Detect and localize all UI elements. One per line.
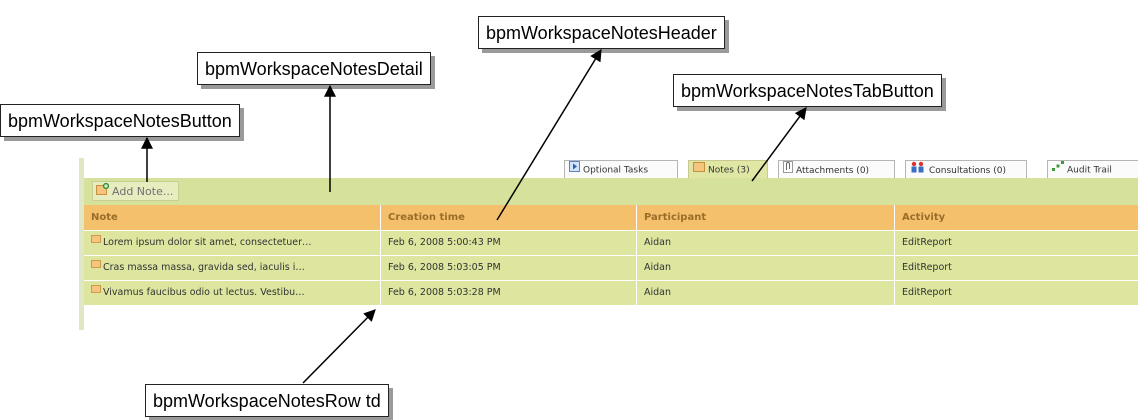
creation-time-cell: Feb 6, 2008 5:00:43 PM — [381, 231, 637, 255]
note-text: Vivamus faucibus odio ut lectus. Vestibu… — [103, 287, 305, 298]
tab-label: Optional Tasks — [583, 165, 649, 176]
column-header-note[interactable]: Note — [84, 205, 381, 230]
note-icon — [693, 161, 705, 178]
notes-panel: Optional Tasks Notes (3) Attachments (0)… — [79, 158, 1138, 330]
callout-notes-row-td: bpmWorkspaceNotesRow td — [145, 384, 389, 417]
activity-cell: EditReport — [902, 287, 952, 298]
notes-row[interactable]: Lorem ipsum dolor sit amet, consectetuer… — [84, 231, 1138, 255]
participant-cell: Aidan — [637, 256, 895, 280]
creation-time-cell: Feb 6, 2008 5:03:28 PM — [381, 281, 637, 305]
note-text: Cras massa massa, gravida sed, iaculis i… — [103, 262, 305, 273]
paperclip-icon — [783, 161, 793, 178]
activity-cell: EditReport — [902, 237, 952, 248]
participant-cell: Aidan — [637, 231, 895, 255]
creation-time-cell: Feb 6, 2008 5:03:05 PM — [381, 256, 637, 280]
notes-header: Note Creation time Participant Activity — [84, 205, 1138, 230]
note-icon — [91, 260, 101, 268]
notes-row[interactable]: Vivamus faucibus odio ut lectus. Vestibu… — [84, 281, 1138, 305]
callout-notes-button: bpmWorkspaceNotesButton — [0, 104, 240, 137]
column-header-participant[interactable]: Participant — [637, 205, 895, 230]
note-text: Lorem ipsum dolor sit amet, consectetuer… — [103, 237, 312, 248]
tab-label: Notes (3) — [708, 165, 750, 176]
tab-attachments[interactable]: Attachments (0) — [778, 160, 895, 178]
participant-cell: Aidan — [637, 281, 895, 305]
tab-audit-trail[interactable]: Audit Trail — [1047, 160, 1138, 178]
tab-label: Consultations (0) — [929, 166, 1006, 176]
callout-notes-tab-button: bpmWorkspaceNotesTabButton — [673, 74, 942, 107]
note-cell: Vivamus faucibus odio ut lectus. Vestibu… — [84, 281, 381, 305]
note-cell: Lorem ipsum dolor sit amet, consectetuer… — [84, 231, 381, 255]
tab-notes[interactable]: Notes (3) — [688, 160, 768, 178]
callout-notes-detail: bpmWorkspaceNotesDetail — [197, 52, 431, 85]
note-icon — [91, 285, 101, 293]
callout-notes-header: bpmWorkspaceNotesHeader — [478, 16, 725, 49]
add-note-icon — [96, 182, 110, 202]
column-header-creation-time[interactable]: Creation time — [381, 205, 637, 230]
add-note-button[interactable]: Add Note... — [92, 181, 180, 202]
tab-label: Attachments (0) — [796, 166, 870, 176]
note-cell: Cras massa massa, gravida sed, iaculis i… — [84, 256, 381, 280]
activity-cell: EditReport — [902, 262, 952, 273]
note-icon — [91, 235, 101, 243]
column-header-activity[interactable]: Activity — [895, 205, 1138, 230]
people-icon — [910, 161, 926, 178]
audit-icon — [1052, 161, 1064, 178]
tab-consultations[interactable]: Consultations (0) — [905, 160, 1027, 178]
notes-row[interactable]: Cras massa massa, gravida sed, iaculis i… — [84, 256, 1138, 280]
play-icon — [569, 161, 580, 178]
add-note-label: Add Note... — [112, 185, 174, 198]
notes-toolbar: Add Note... — [84, 178, 1138, 205]
tab-bar: Optional Tasks Notes (3) Attachments (0)… — [564, 158, 1138, 178]
tab-optional-tasks[interactable]: Optional Tasks — [564, 160, 678, 178]
tab-label: Audit Trail — [1067, 165, 1112, 176]
